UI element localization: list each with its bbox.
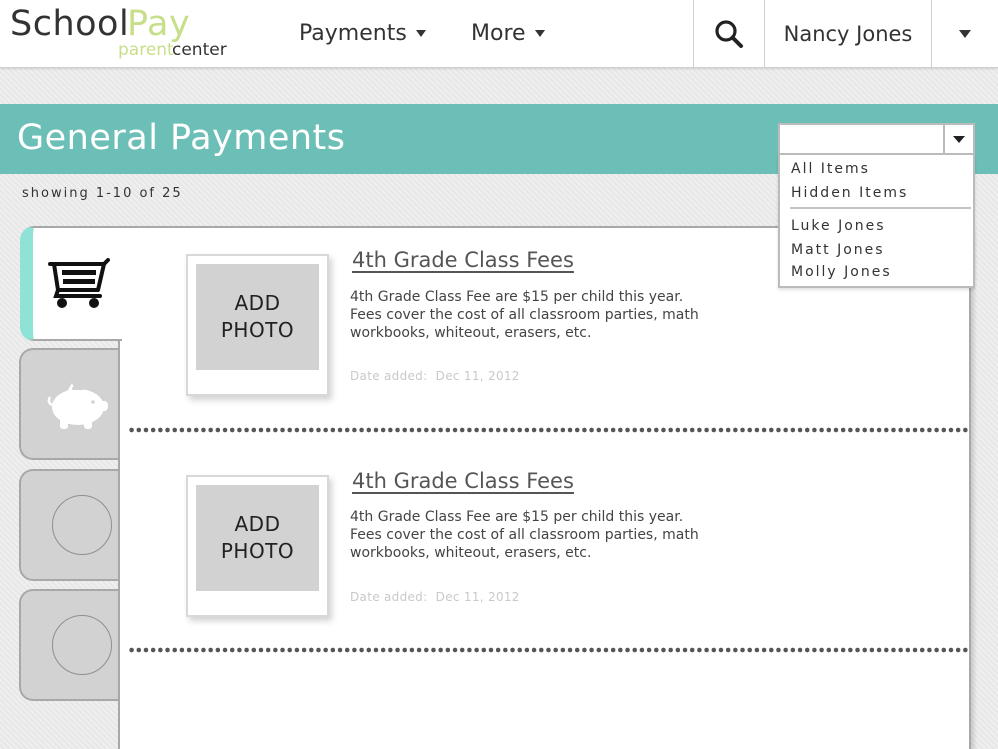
logo-parent-text: parent (118, 40, 174, 60)
logo-pay-text: Pay (127, 4, 191, 44)
item-date: Date added: Dec 11, 2012 (350, 369, 520, 383)
tab-shopping-cart[interactable] (20, 226, 122, 341)
filter-option-hidden-items[interactable]: Hidden Items (791, 185, 908, 201)
item-title-link[interactable]: 4th Grade Class Fees (352, 248, 574, 272)
filter-dropdown-button[interactable] (943, 125, 973, 153)
add-photo-line1: ADD (234, 512, 281, 536)
nav-payments-menu[interactable]: Payments (299, 18, 426, 48)
item-date-label: Date added: (350, 590, 428, 604)
schoolpay-logo[interactable]: School Pay parent center (10, 4, 240, 62)
add-photo-box: ADD PHOTO (196, 485, 319, 591)
item-date: Date added: Dec 11, 2012 (350, 590, 520, 604)
filter-select[interactable] (778, 123, 975, 155)
logo-center-text: center (172, 40, 227, 60)
piggy-bank-icon (47, 383, 108, 429)
item-title-link[interactable]: 4th Grade Class Fees (352, 469, 574, 493)
item-description: 4th Grade Class Fee are $15 per child th… (350, 289, 699, 341)
results-count: showing 1-10 of 25 (22, 186, 183, 201)
item-date-value: Dec 11, 2012 (435, 369, 520, 383)
add-photo-line1: ADD (234, 291, 281, 315)
search-button[interactable] (693, 0, 764, 68)
logo-school-text: School (10, 4, 130, 44)
tab-panel-joiner (117, 228, 123, 339)
circle-icon (52, 495, 112, 555)
add-photo-box: ADD PHOTO (196, 264, 319, 370)
nav-more-menu[interactable]: More (471, 18, 545, 48)
add-photo-line2: PHOTO (220, 539, 295, 563)
nav-more-label: More (471, 20, 526, 46)
user-menu-toggle[interactable] (932, 0, 998, 68)
tab-savings[interactable] (19, 348, 129, 460)
search-icon (715, 20, 743, 48)
add-photo-line2: PHOTO (220, 318, 295, 342)
filter-dropdown-menu: All Items Hidden Items Luke Jones Matt J… (778, 155, 975, 288)
chevron-down-icon (959, 30, 971, 38)
page-title: General Payments (17, 118, 346, 158)
item-description: 4th Grade Class Fee are $15 per child th… (350, 509, 699, 561)
item-photo-placeholder[interactable]: ADD PHOTO (186, 254, 329, 396)
dotted-divider (128, 427, 968, 433)
user-account-button[interactable]: Nancy Jones (764, 0, 932, 68)
chevron-down-icon (415, 29, 426, 37)
user-name: Nancy Jones (783, 22, 913, 46)
menu-divider (790, 207, 971, 209)
item-date-value: Dec 11, 2012 (435, 590, 520, 604)
tab-category-3[interactable] (19, 469, 129, 581)
list-item: ADD PHOTO 4th Grade Class Fees 4th Grade… (120, 449, 973, 670)
dotted-divider (128, 647, 968, 653)
top-navigation-bar: School Pay parent center Payments More N… (0, 0, 998, 68)
tab-category-4[interactable] (19, 589, 129, 701)
payments-list-panel: ADD PHOTO 4th Grade Class Fees 4th Grade… (118, 226, 971, 749)
filter-option-all-items[interactable]: All Items (791, 161, 870, 177)
chevron-down-icon (534, 29, 545, 37)
circle-icon (52, 615, 112, 675)
chevron-down-icon (953, 135, 965, 143)
shopping-cart-icon (47, 257, 110, 308)
nav-payments-label: Payments (299, 20, 407, 46)
filter-option-matt-jones[interactable]: Matt Jones (791, 242, 885, 258)
filter-option-luke-jones[interactable]: Luke Jones (791, 218, 886, 234)
item-date-label: Date added: (350, 369, 428, 383)
item-photo-placeholder[interactable]: ADD PHOTO (186, 475, 329, 617)
filter-option-molly-jones[interactable]: Molly Jones (791, 264, 892, 280)
